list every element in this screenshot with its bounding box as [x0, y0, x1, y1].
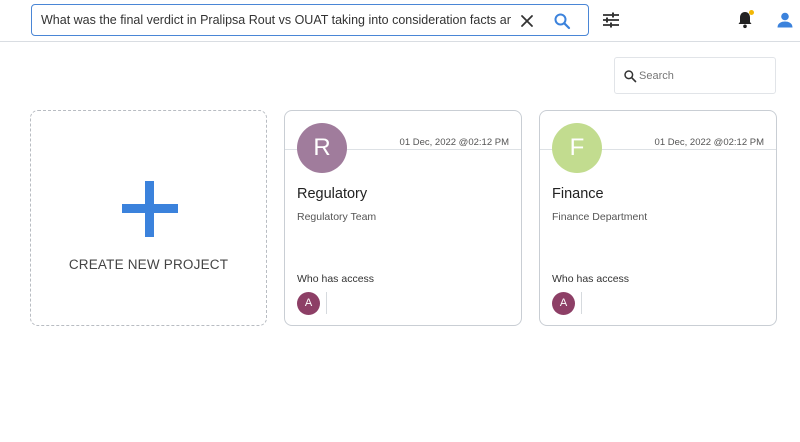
create-new-project-card[interactable]: CREATE NEW PROJECT: [30, 110, 267, 326]
project-card-regulatory[interactable]: R 01 Dec, 2022 @02:12 PM Regulatory Regu…: [284, 110, 522, 326]
project-subtitle: Regulatory Team: [297, 211, 377, 223]
access-label: Who has access: [552, 273, 630, 285]
close-icon: [521, 15, 533, 27]
access-label: Who has access: [297, 273, 375, 285]
create-project-label: CREATE NEW PROJECT: [68, 257, 229, 272]
filter-settings-button[interactable]: [600, 9, 622, 31]
project-card-finance[interactable]: F 01 Dec, 2022 @02:12 PM Finance Finance…: [539, 110, 777, 326]
project-search-box[interactable]: [614, 57, 776, 94]
project-date: 01 Dec, 2022 @02:12 PM: [399, 137, 509, 148]
top-bar: What was the final verdict in Pralipsa R…: [0, 0, 800, 42]
plus-icon: [122, 181, 178, 237]
project-title: Finance: [552, 186, 604, 202]
access-divider: [581, 292, 582, 314]
project-search-input[interactable]: [639, 67, 769, 85]
tune-icon: [603, 12, 619, 28]
notification-badge: [749, 10, 754, 15]
global-search-input[interactable]: What was the final verdict in Pralipsa R…: [41, 13, 511, 28]
project-subtitle: Finance Department: [552, 211, 648, 223]
project-title: Regulatory: [297, 186, 368, 202]
search-icon: [624, 70, 637, 83]
member-avatar[interactable]: A: [552, 292, 575, 315]
access-divider: [326, 292, 327, 314]
search-button[interactable]: [551, 10, 573, 32]
global-search-box[interactable]: What was the final verdict in Pralipsa R…: [31, 4, 589, 36]
search-icon: [554, 13, 571, 30]
project-avatar: R: [297, 123, 347, 173]
project-avatar: F: [552, 123, 602, 173]
user-icon: [777, 12, 793, 28]
member-avatar[interactable]: A: [297, 292, 320, 315]
clear-search-button[interactable]: [516, 10, 538, 32]
user-profile-button[interactable]: [774, 9, 796, 31]
project-date: 01 Dec, 2022 @02:12 PM: [654, 137, 764, 148]
